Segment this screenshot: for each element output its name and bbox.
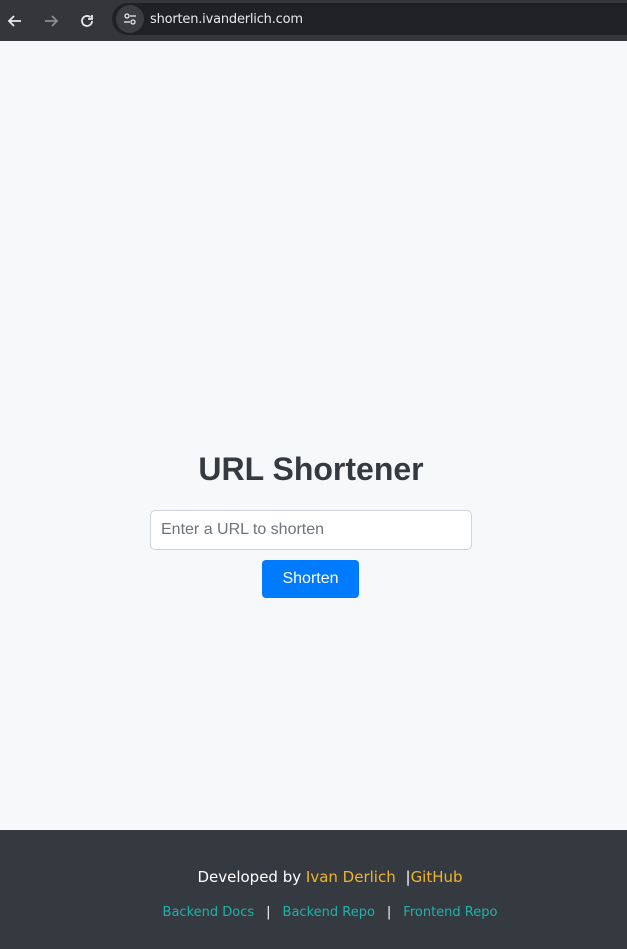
arrow-left-icon[interactable]: [3, 9, 27, 33]
backend-repo-link[interactable]: Backend Repo: [283, 905, 375, 920]
site-settings-icon[interactable]: [116, 5, 144, 33]
shorten-button[interactable]: Shorten: [262, 560, 359, 598]
main-content: URL Shortener Shorten: [0, 41, 627, 830]
github-link[interactable]: GitHub: [411, 868, 463, 886]
arrow-right-icon[interactable]: [39, 9, 63, 33]
footer: Developed by Ivan Derlich |GitHub Backen…: [0, 830, 627, 949]
browser-toolbar: shorten.ivanderlich.com: [0, 0, 627, 41]
backend-docs-link[interactable]: Backend Docs: [163, 905, 255, 920]
reload-icon[interactable]: [75, 9, 99, 33]
author-link[interactable]: Ivan Derlich: [306, 868, 396, 886]
footer-links: Backend Docs | Backend Repo | Frontend Repo: [0, 905, 627, 920]
separator: |: [266, 905, 271, 920]
frontend-repo-link[interactable]: Frontend Repo: [403, 905, 497, 920]
page-title: URL Shortener: [198, 451, 424, 487]
url-input[interactable]: [150, 510, 472, 550]
address-bar[interactable]: shorten.ivanderlich.com: [112, 3, 627, 35]
developed-by-text: Developed by: [197, 868, 302, 886]
address-url[interactable]: shorten.ivanderlich.com: [150, 12, 303, 27]
footer-credits: Developed by Ivan Derlich |GitHub: [0, 868, 627, 886]
separator: |: [386, 905, 392, 920]
